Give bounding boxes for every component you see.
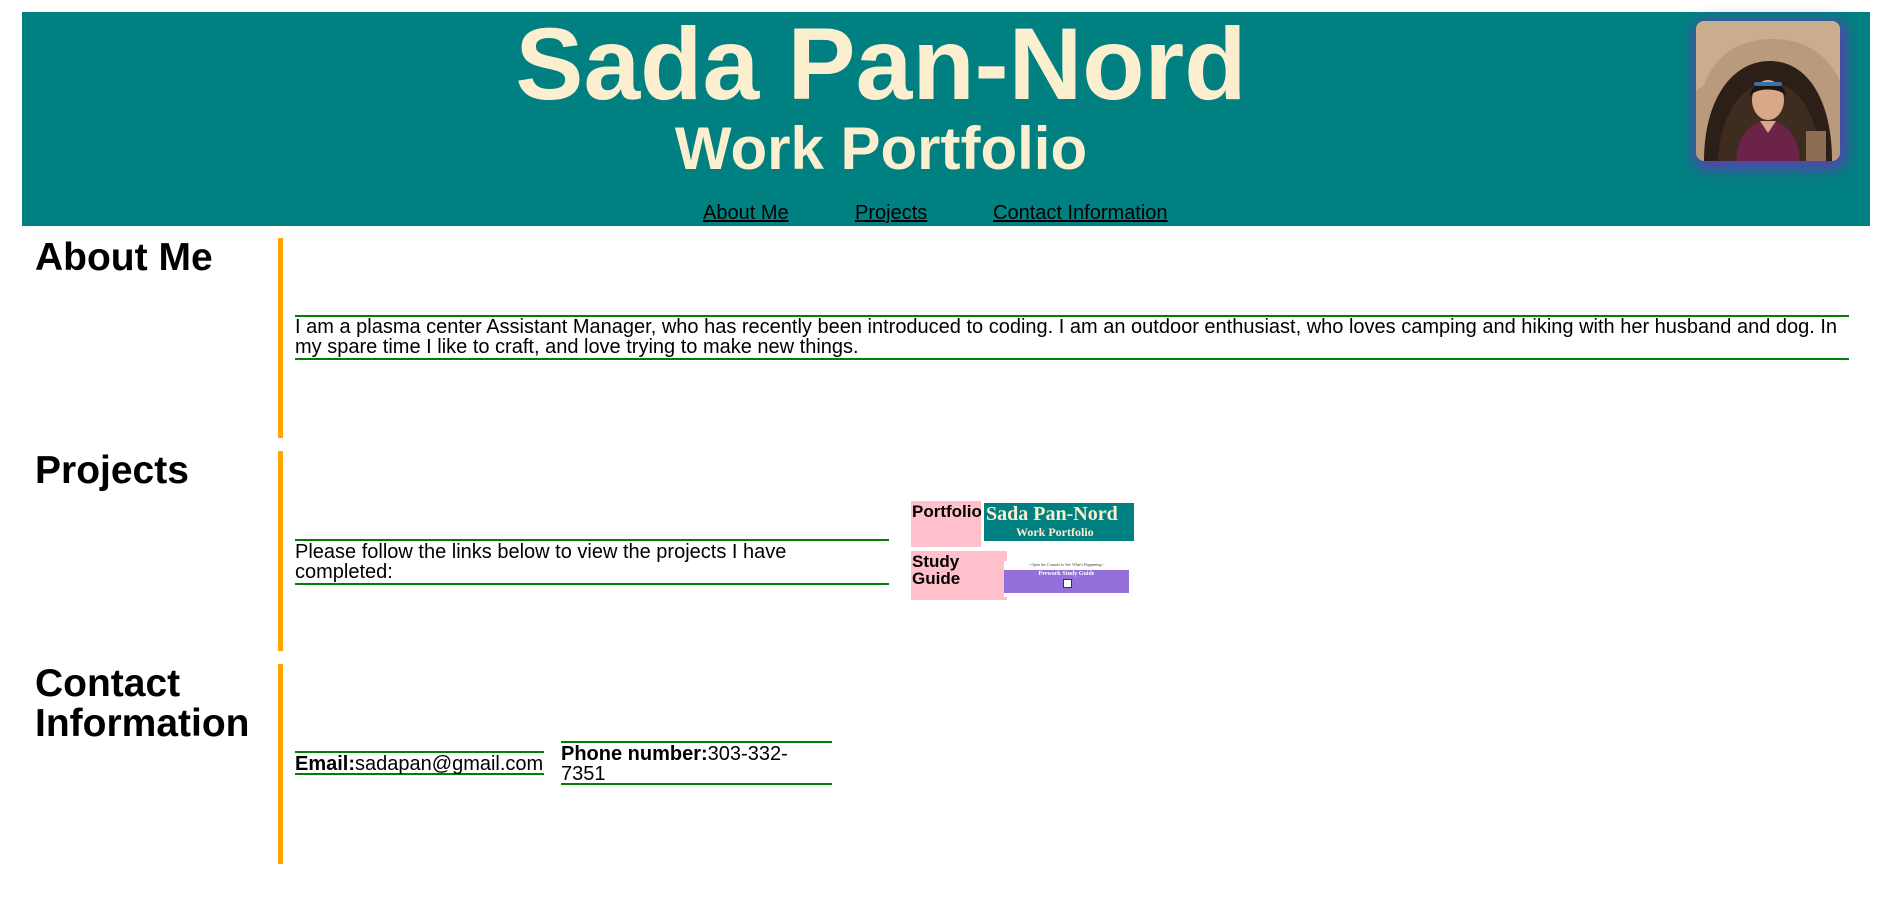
contact-phone: Phone number:303-332-7351: [561, 741, 832, 785]
section-divider: [278, 664, 283, 864]
thumbnail-subtitle: Work Portfolio: [1016, 525, 1094, 539]
nav-link-about-me[interactable]: About Me: [694, 200, 827, 226]
project-link-study-guide[interactable]: Study Guide: [911, 551, 1007, 600]
page: Sada Pan-Nord Work Portfolio About Me Pr…: [0, 0, 1880, 900]
site-title: Sada Pan-Nord: [515, 7, 1247, 121]
email-label: Email:: [295, 753, 356, 775]
study-guide-thumbnail[interactable]: ~ Open the Console to See What's Happeni…: [1004, 561, 1129, 597]
section-divider: [278, 451, 283, 651]
projects-heading: Projects: [35, 449, 189, 492]
contact-heading: Contact Information: [35, 662, 250, 745]
projects-section: Projects Please follow the links below t…: [22, 451, 1870, 653]
project-link-portfolio[interactable]: Portfolio: [911, 501, 982, 547]
nav-link-projects[interactable]: Projects: [846, 200, 965, 226]
portfolio-thumbnail[interactable]: Sada Pan-Nord Work Portfolio: [984, 503, 1134, 541]
profile-photo-icon: [1696, 21, 1840, 161]
contact-section: Contact Information Email:sadapan@gmail.…: [22, 664, 1870, 866]
nav-link-contact-information[interactable]: Contact Information: [984, 200, 1197, 226]
contact-email: Email:sadapan@gmail.com: [295, 751, 544, 775]
thumbnail-title: Prework Study Guide: [1038, 571, 1095, 577]
thumbnail-caption: ~ Open the Console to See What's Happeni…: [1028, 562, 1105, 567]
phone-label: Phone number:: [561, 743, 708, 765]
section-divider: [278, 238, 283, 438]
about-text: I am a plasma center Assistant Manager, …: [295, 315, 1849, 360]
email-value[interactable]: sadapan@gmail.com: [355, 753, 543, 775]
projects-intro: Please follow the links below to view th…: [295, 539, 889, 585]
about-section: About Me I am a plasma center Assistant …: [22, 238, 1870, 440]
thumbnail-title: Sada Pan-Nord: [986, 503, 1118, 525]
site-subtitle: Work Portfolio: [674, 115, 1088, 182]
thumbnail-button-icon: [1063, 579, 1072, 588]
site-header: Sada Pan-Nord Work Portfolio About Me Pr…: [22, 12, 1870, 226]
about-heading: About Me: [35, 236, 213, 279]
thumbnail-panel: Prework Study Guide: [1004, 570, 1129, 593]
avatar: [1696, 21, 1840, 161]
